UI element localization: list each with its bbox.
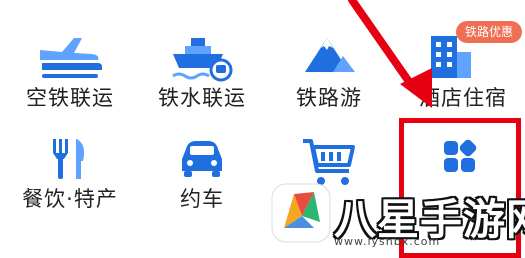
ship-train-icon xyxy=(172,38,233,82)
promo-badge: 铁路优惠 xyxy=(456,21,523,43)
tile-label: 空铁联运 xyxy=(26,86,114,110)
tile-air-rail[interactable]: 空铁联运 xyxy=(10,28,130,138)
watermark-logo-icon xyxy=(271,183,331,243)
tile-label: 铁水联运 xyxy=(158,86,246,110)
tile-ride[interactable]: 约车 xyxy=(142,137,262,247)
plane-train-icon xyxy=(40,38,102,78)
tile-label: 餐饮·特产 xyxy=(22,187,118,211)
car-icon xyxy=(182,141,222,177)
tile-food[interactable]: 餐饮·特产 xyxy=(10,137,130,247)
fork-knife-icon xyxy=(53,139,85,179)
mountain-icon xyxy=(305,38,355,72)
tile-label: 约车 xyxy=(180,187,224,211)
tile-label: 铁路游 xyxy=(296,86,362,110)
watermark-url: www.lyshbx.com xyxy=(334,235,441,248)
tile-rail-tour[interactable]: 铁路游 xyxy=(269,28,389,138)
tile-ship-rail[interactable]: 铁水联运 xyxy=(142,28,262,138)
tile-label: 酒店住宿 xyxy=(419,86,507,110)
